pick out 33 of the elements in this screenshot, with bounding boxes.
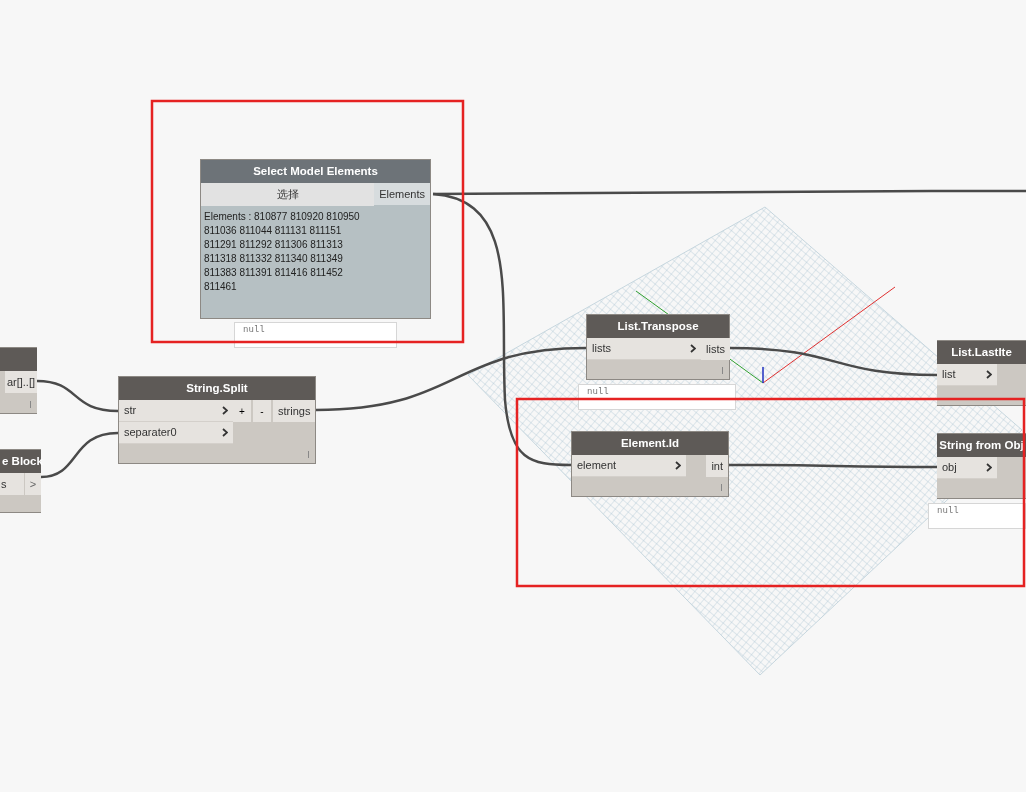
preview-bubble: null — [928, 503, 1026, 529]
input-port[interactable]: lists — [587, 338, 701, 360]
node-title: List.LastIte — [937, 341, 1026, 364]
output-port[interactable]: lists — [701, 338, 730, 360]
output-port[interactable]: strings — [273, 400, 316, 422]
input-port[interactable]: obj — [937, 457, 997, 479]
node-title: Element.Id — [572, 432, 728, 455]
preview-bubble: null — [234, 322, 397, 348]
output-port[interactable]: Elements — [374, 183, 430, 205]
list-button[interactable]: - — [253, 400, 271, 422]
node-title: List.Transpose — [587, 315, 729, 338]
chevron-icon — [986, 370, 992, 379]
input-port[interactable]: str — [119, 400, 233, 422]
chevron-icon — [222, 406, 228, 415]
input-port[interactable]: separater0 — [119, 422, 233, 444]
chevron-icon — [690, 344, 696, 353]
node-title: String from Obj — [937, 434, 1026, 457]
input-port[interactable]: element — [572, 455, 686, 477]
element-list-text: Elements : 810877 810920 810950 811036 811044 811131 811151 811291 811292 811306 811313 811318 811332 811340 811349 811383 811391 811416 811452 811461 — [203, 210, 361, 294]
code-text: s — [0, 473, 24, 495]
input-port[interactable]: list — [937, 364, 997, 386]
output-port[interactable]: > — [25, 473, 41, 495]
chevron-icon — [675, 461, 681, 470]
output-port[interactable]: ar[]..[] — [4, 371, 37, 393]
node-title: Select Model Elements — [201, 160, 430, 183]
chevron-icon — [986, 463, 992, 472]
preview-bubble: null — [578, 384, 736, 410]
output-port[interactable]: int — [706, 455, 728, 477]
chevron-icon — [222, 428, 228, 437]
node-header — [0, 348, 37, 371]
select-button[interactable]: 选择 — [201, 183, 375, 206]
list-button[interactable]: + — [233, 400, 251, 422]
node-title: String.Split — [119, 377, 315, 400]
